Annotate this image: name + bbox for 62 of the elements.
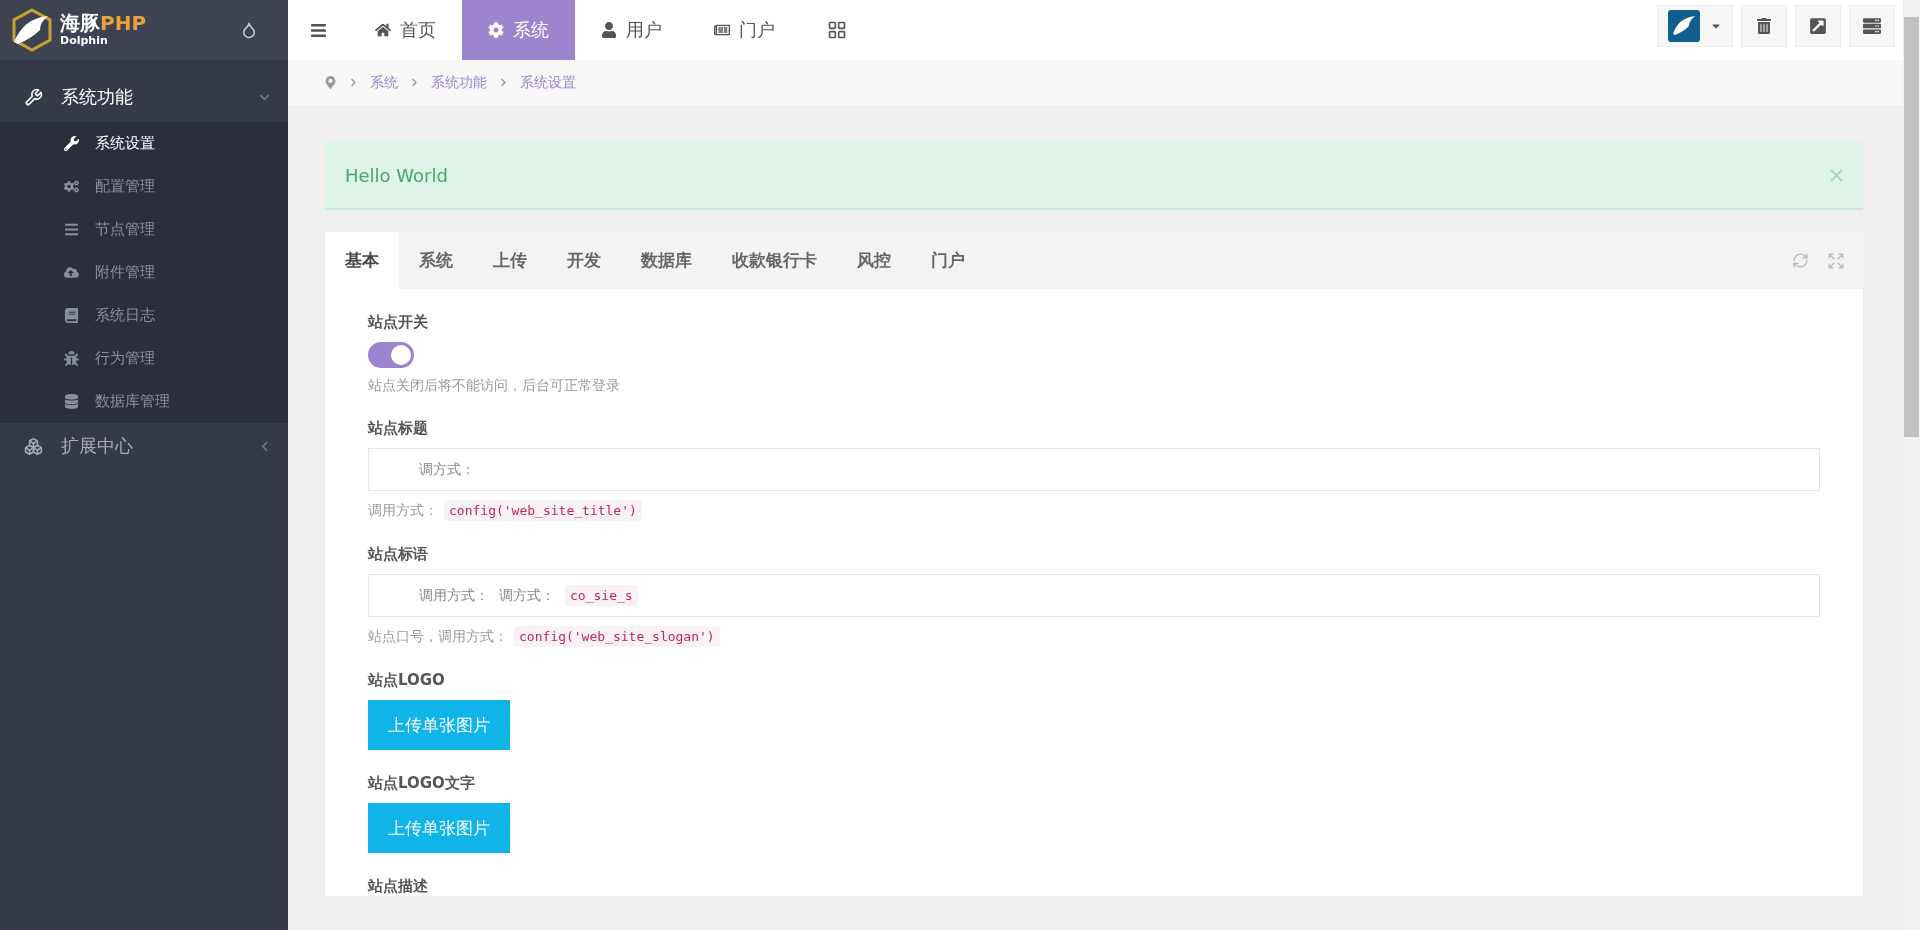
database-icon (64, 394, 79, 409)
settings-tab[interactable]: 基本 (325, 232, 399, 289)
clear-cache-button[interactable] (1741, 5, 1787, 47)
sidebar-item[interactable]: 配置管理 (0, 165, 288, 208)
book-icon (64, 308, 79, 323)
external-link-icon (1809, 17, 1827, 35)
layout-button[interactable] (1849, 5, 1895, 47)
droplet-icon[interactable] (240, 21, 258, 39)
sidebar-item[interactable]: 系统日志 (0, 294, 288, 337)
help-text: 站点口号，调用方式： (368, 627, 508, 646)
field-label: 站点LOGO (368, 671, 446, 690)
field-label: 站点LOGO文字 (368, 774, 476, 793)
code-snippet: config('web_site_title') (444, 500, 642, 521)
breadcrumb-link[interactable]: 系统 (370, 73, 398, 92)
nav-tab[interactable]: 系统 (462, 0, 575, 60)
field-label: 站点标题 (368, 419, 429, 438)
nav-tab[interactable]: 门户 (688, 0, 801, 60)
text-input[interactable]: 调方式： (368, 448, 1820, 491)
menu-icon (310, 21, 327, 39)
toggle-switch[interactable] (368, 342, 414, 368)
chevron-left-icon (259, 440, 270, 452)
breadcrumb-link[interactable]: 系统功能 (431, 73, 487, 92)
gears-icon (64, 179, 79, 194)
chevron-right-icon (349, 78, 358, 87)
code-snippet: config('web_site_slogan') (514, 626, 720, 647)
chevron-right-icon (499, 78, 508, 87)
cloud-upload-icon (64, 265, 79, 280)
help-text: 站点关闭后将不能访问，后台可正常登录 (368, 377, 620, 395)
newspaper-icon (714, 22, 730, 38)
scrollbar[interactable] (1903, 0, 1920, 930)
trash-icon (1756, 18, 1772, 34)
sidebar-item[interactable]: 数据库管理 (0, 380, 288, 423)
home-icon (375, 22, 391, 38)
bug-icon (64, 351, 79, 366)
text-input[interactable]: 调用方式： 调方式： co_sie_s (368, 574, 1820, 617)
user-menu-button[interactable] (1657, 5, 1733, 47)
breadcrumb-link[interactable]: 系统设置 (520, 73, 576, 92)
grid-icon (827, 20, 847, 40)
nav-tab[interactable]: 首页 (349, 0, 462, 60)
open-site-button[interactable] (1795, 5, 1841, 47)
alert-text: Hello World (345, 164, 448, 186)
sidebar-item[interactable]: 节点管理 (0, 208, 288, 251)
list-icon (64, 222, 79, 237)
location-icon (324, 76, 337, 89)
wrench-icon (24, 87, 43, 107)
wrench-icon (64, 136, 79, 151)
field-label: 站点描述 (368, 877, 429, 896)
sidebar-item[interactable]: 附件管理 (0, 251, 288, 294)
logo-subtitle: Dolphin (60, 34, 109, 47)
boxes-icon (24, 436, 43, 456)
user-icon (601, 22, 617, 38)
server-icon (1863, 17, 1881, 35)
chevron-right-icon (410, 78, 419, 87)
sidebar-item[interactable]: 行为管理 (0, 337, 288, 380)
avatar-icon (1668, 10, 1700, 42)
nav-tab[interactable]: 用户 (575, 0, 688, 60)
sidebar-item[interactable]: 系统设置 (0, 122, 288, 165)
field-label: 站点开关 (368, 313, 429, 332)
field-label: 站点标语 (368, 545, 429, 564)
help-text: 调用方式： (368, 501, 438, 520)
logo-text: 海豚PHP (60, 11, 147, 35)
gear-icon (488, 22, 504, 38)
